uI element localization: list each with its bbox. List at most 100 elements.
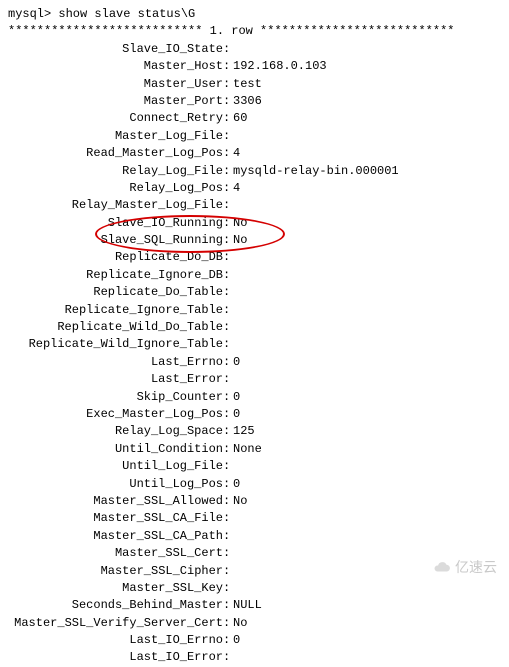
- status-label: Relay_Master_Log_File: [8, 197, 223, 214]
- status-row: Replicate_Wild_Do_Table:: [8, 319, 501, 336]
- colon-separator: :: [223, 493, 231, 510]
- status-label: Exec_Master_Log_Pos: [8, 406, 223, 423]
- colon-separator: :: [223, 41, 231, 58]
- colon-separator: :: [223, 76, 231, 93]
- colon-separator: :: [223, 232, 231, 249]
- status-label: Master_User: [8, 76, 223, 93]
- status-row: Relay_Log_Pos:4: [8, 180, 501, 197]
- status-value: 4: [231, 180, 240, 197]
- status-value: [231, 649, 233, 666]
- status-value: [231, 284, 233, 301]
- status-row: Connect_Retry:60: [8, 110, 501, 127]
- status-value: 125: [231, 423, 255, 440]
- colon-separator: :: [223, 93, 231, 110]
- status-value: 3306: [231, 93, 262, 110]
- status-value: mysqld-relay-bin.000001: [231, 163, 399, 180]
- status-label: Relay_Log_Space: [8, 423, 223, 440]
- colon-separator: :: [223, 458, 231, 475]
- status-value: [231, 319, 233, 336]
- status-row: Skip_Counter:0: [8, 389, 501, 406]
- status-label: Master_SSL_Cipher: [8, 563, 223, 580]
- status-label: Replicate_Wild_Do_Table: [8, 319, 223, 336]
- colon-separator: :: [223, 302, 231, 319]
- status-label: Last_IO_Errno: [8, 632, 223, 649]
- status-label: Replicate_Ignore_DB: [8, 267, 223, 284]
- status-value: [231, 197, 233, 214]
- colon-separator: :: [223, 128, 231, 145]
- status-row: Slave_IO_Running:No: [8, 215, 501, 232]
- status-row: Exec_Master_Log_Pos:0: [8, 406, 501, 423]
- status-row: Master_SSL_Cipher:: [8, 563, 501, 580]
- status-row: Until_Log_File:: [8, 458, 501, 475]
- status-row: Replicate_Do_DB:: [8, 249, 501, 266]
- colon-separator: :: [223, 163, 231, 180]
- colon-separator: :: [223, 528, 231, 545]
- status-label: Slave_IO_Running: [8, 215, 223, 232]
- status-label: Master_SSL_Allowed: [8, 493, 223, 510]
- colon-separator: :: [223, 249, 231, 266]
- colon-separator: :: [223, 336, 231, 353]
- status-label: Read_Master_Log_Pos: [8, 145, 223, 162]
- status-label: Master_SSL_Key: [8, 580, 223, 597]
- status-row: Relay_Log_File:mysqld-relay-bin.000001: [8, 163, 501, 180]
- status-value: [231, 267, 233, 284]
- status-label: Replicate_Do_Table: [8, 284, 223, 301]
- status-label: Master_SSL_Cert: [8, 545, 223, 562]
- status-row: Relay_Log_Space:125: [8, 423, 501, 440]
- status-row: Replicate_Ignore_Table:: [8, 302, 501, 319]
- cloud-icon: [433, 558, 451, 576]
- status-label: Master_Log_File: [8, 128, 223, 145]
- status-value: 0: [231, 632, 240, 649]
- colon-separator: :: [223, 545, 231, 562]
- status-label: Slave_IO_State: [8, 41, 223, 58]
- status-value: 60: [231, 110, 247, 127]
- status-row: Relay_Master_Log_File:: [8, 197, 501, 214]
- status-value: NULL: [231, 597, 262, 614]
- status-label: Seconds_Behind_Master: [8, 597, 223, 614]
- colon-separator: :: [223, 441, 231, 458]
- status-value: 0: [231, 476, 240, 493]
- watermark-text: 亿速云: [455, 557, 497, 577]
- colon-separator: :: [223, 649, 231, 666]
- status-row: Master_User:test: [8, 76, 501, 93]
- status-value: [231, 545, 233, 562]
- colon-separator: :: [223, 597, 231, 614]
- colon-separator: :: [223, 615, 231, 632]
- colon-separator: :: [223, 510, 231, 527]
- status-label: Until_Log_Pos: [8, 476, 223, 493]
- colon-separator: :: [223, 423, 231, 440]
- status-value: 192.168.0.103: [231, 58, 327, 75]
- status-label: Replicate_Wild_Ignore_Table: [8, 336, 223, 353]
- status-row: Read_Master_Log_Pos:4: [8, 145, 501, 162]
- status-label: Replicate_Do_DB: [8, 249, 223, 266]
- status-row: Until_Condition:None: [8, 441, 501, 458]
- status-label: Slave_SQL_Running: [8, 232, 223, 249]
- status-value: No: [231, 493, 247, 510]
- colon-separator: :: [223, 632, 231, 649]
- status-row: Last_Error:: [8, 371, 501, 388]
- status-row: Master_SSL_Cert:: [8, 545, 501, 562]
- status-label: Last_Error: [8, 371, 223, 388]
- status-value: 0: [231, 406, 240, 423]
- status-label: Master_SSL_CA_Path: [8, 528, 223, 545]
- status-value: [231, 563, 233, 580]
- mysql-prompt: mysql> show slave status\G: [8, 6, 501, 23]
- status-value: [231, 128, 233, 145]
- status-row: Last_IO_Errno:0: [8, 632, 501, 649]
- status-row: Replicate_Do_Table:: [8, 284, 501, 301]
- status-value: [231, 528, 233, 545]
- status-value: [231, 580, 233, 597]
- status-label: Connect_Retry: [8, 110, 223, 127]
- status-value: test: [231, 76, 262, 93]
- status-label: Relay_Log_File: [8, 163, 223, 180]
- status-label: Master_SSL_Verify_Server_Cert: [8, 615, 223, 632]
- status-label: Master_SSL_CA_File: [8, 510, 223, 527]
- status-output: Slave_IO_State:Master_Host:192.168.0.103…: [8, 41, 501, 667]
- status-label: Last_IO_Error: [8, 649, 223, 666]
- status-value: [231, 510, 233, 527]
- status-value: [231, 302, 233, 319]
- status-row: Until_Log_Pos:0: [8, 476, 501, 493]
- status-value: [231, 371, 233, 388]
- colon-separator: :: [223, 145, 231, 162]
- status-row: Master_SSL_CA_Path:: [8, 528, 501, 545]
